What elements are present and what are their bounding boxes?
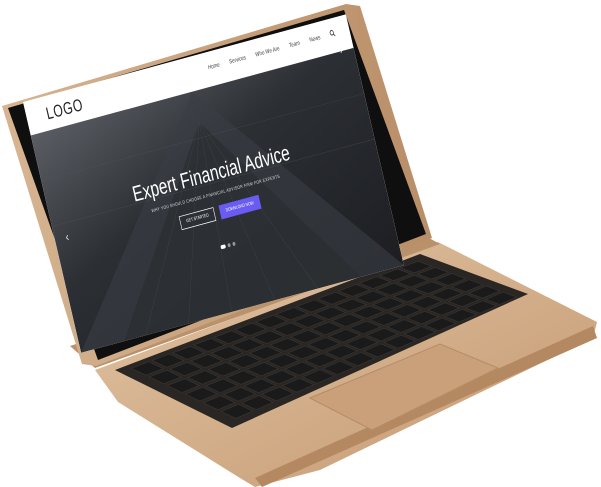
slider-dot[interactable]: [227, 242, 231, 248]
nav-home[interactable]: Home: [207, 61, 220, 71]
logo[interactable]: LOGO: [44, 94, 85, 124]
slider-dot[interactable]: [231, 241, 236, 247]
nav-news[interactable]: News: [309, 33, 321, 43]
search-icon[interactable]: [329, 29, 336, 38]
nav-team[interactable]: Team: [288, 39, 300, 49]
laptop-mockup: LOGO Home Services Who We Are Team News: [0, 0, 601, 487]
nav-services[interactable]: Services: [228, 54, 246, 65]
nav-who-we-are[interactable]: Who We Are: [255, 44, 281, 57]
